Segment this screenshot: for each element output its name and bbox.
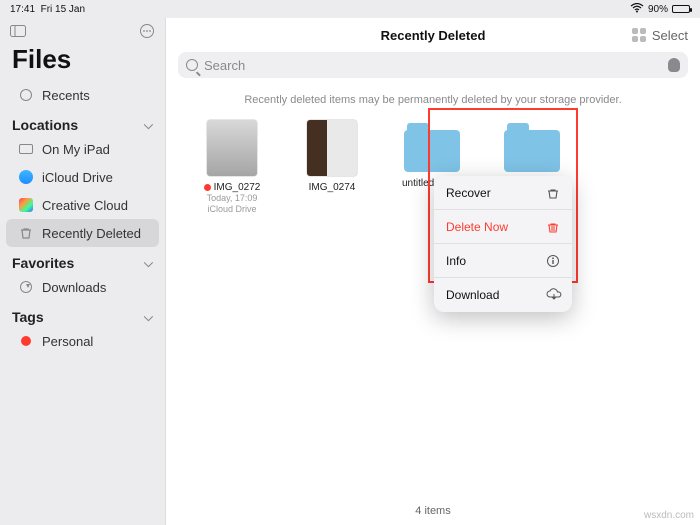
creative-cloud-icon [19, 198, 33, 212]
sidebar-item-onmyipad[interactable]: On My iPad [6, 135, 159, 163]
battery-percent: 90% [648, 4, 668, 15]
chevron-down-icon: ⌵ [144, 256, 153, 271]
sidebar-item-iclouddrive[interactable]: iCloud Drive [6, 163, 159, 191]
sidebar-item-label: Recents [42, 88, 90, 103]
search-input[interactable]: Search [178, 52, 688, 78]
tag-dot-icon [204, 184, 211, 191]
sidebar-item-label: iCloud Drive [42, 170, 113, 185]
sidebar-item-recentlydeleted[interactable]: Recently Deleted [6, 219, 159, 247]
mic-icon[interactable] [668, 58, 680, 72]
clock-icon [20, 89, 32, 101]
search-icon [186, 59, 198, 71]
chevron-down-icon: ⌵ [144, 118, 153, 133]
sidebar-item-label: Downloads [42, 280, 106, 295]
ctx-delete-now[interactable]: Delete Now [434, 210, 572, 244]
ipad-icon [19, 144, 33, 154]
chevron-down-icon: ⌵ [144, 310, 153, 325]
view-grid-icon[interactable] [632, 28, 646, 42]
status-bar: 17:41 Fri 15 Jan 90% [0, 0, 700, 18]
select-button[interactable]: Select [652, 28, 688, 43]
sidebar: Files Recents Locations ⌵ On My iPad iCl… [0, 18, 165, 525]
folder-icon [404, 130, 460, 172]
trash-icon [546, 220, 560, 234]
ctx-download[interactable]: Download [434, 278, 572, 312]
folder-icon [504, 130, 560, 172]
info-icon [546, 254, 560, 268]
sidebar-toggle-icon[interactable] [10, 24, 26, 42]
sidebar-item-creativecloud[interactable]: Creative Cloud [6, 191, 159, 219]
sidebar-item-label: On My iPad [42, 142, 110, 157]
app-title: Files [0, 44, 165, 81]
battery-icon [672, 5, 690, 13]
watermark: wsxdn.com [644, 510, 694, 521]
content-area: Recently Deleted Select Search Recently … [165, 18, 700, 525]
status-date: Fri 15 Jan [41, 4, 85, 15]
search-placeholder: Search [204, 58, 245, 73]
sidebar-item-label: Recently Deleted [42, 226, 141, 241]
sidebar-section-locations[interactable]: Locations ⌵ [0, 109, 165, 135]
tag-dot-icon [21, 336, 31, 346]
wifi-icon [630, 3, 644, 16]
sidebar-item-label: Creative Cloud [42, 198, 128, 213]
deleted-note: Recently deleted items may be permanentl… [166, 84, 700, 114]
recover-icon [546, 186, 560, 200]
cloud-icon [19, 170, 33, 184]
file-grid: IMG_0272 Today, 17:09 iCloud Drive IMG_0… [166, 114, 700, 221]
sidebar-item-tag-personal[interactable]: Personal [6, 327, 159, 355]
sidebar-item-downloads[interactable]: Downloads [6, 273, 159, 301]
item-count: 4 items [166, 505, 700, 517]
sidebar-section-tags[interactable]: Tags ⌵ [0, 301, 165, 327]
ctx-info[interactable]: Info [434, 244, 572, 278]
sidebar-section-favorites[interactable]: Favorites ⌵ [0, 247, 165, 273]
ctx-recover[interactable]: Recover [434, 176, 572, 210]
context-menu: Recover Delete Now Info [434, 176, 572, 312]
status-time: 17:41 [10, 4, 35, 15]
page-title: Recently Deleted [381, 28, 486, 43]
cloud-download-icon [546, 288, 560, 302]
sidebar-item-label: Personal [42, 334, 93, 349]
sidebar-recents[interactable]: Recents [6, 81, 159, 109]
file-thumbnail [207, 120, 257, 176]
more-icon[interactable] [139, 23, 155, 44]
file-item[interactable]: IMG_0274 [296, 120, 368, 193]
file-thumbnail [307, 120, 357, 176]
download-icon [20, 281, 32, 293]
file-item[interactable]: IMG_0272 Today, 17:09 iCloud Drive [196, 120, 268, 215]
trash-icon [18, 225, 34, 241]
